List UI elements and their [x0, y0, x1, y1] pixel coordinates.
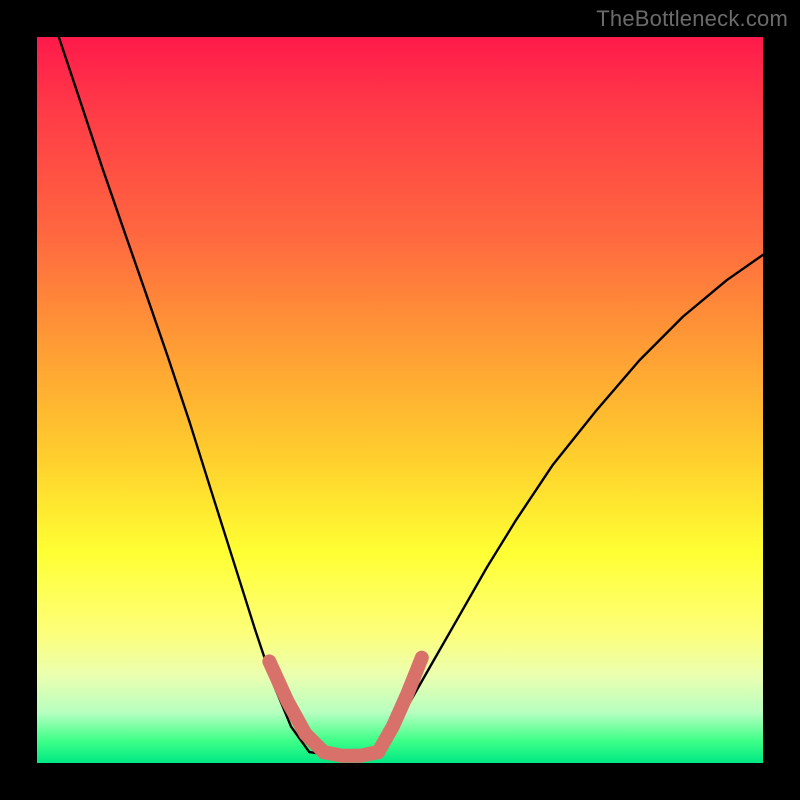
series-marker-left: [269, 661, 324, 752]
series-marker-floor: [324, 752, 378, 756]
series-left-curve: [59, 37, 309, 752]
chart-frame: TheBottleneck.com: [0, 0, 800, 800]
series-marker-right: [378, 658, 422, 752]
chart-svg: [37, 37, 763, 763]
series-right-curve: [378, 255, 763, 752]
watermark-text: TheBottleneck.com: [596, 6, 788, 32]
chart-series-group: [59, 37, 763, 756]
